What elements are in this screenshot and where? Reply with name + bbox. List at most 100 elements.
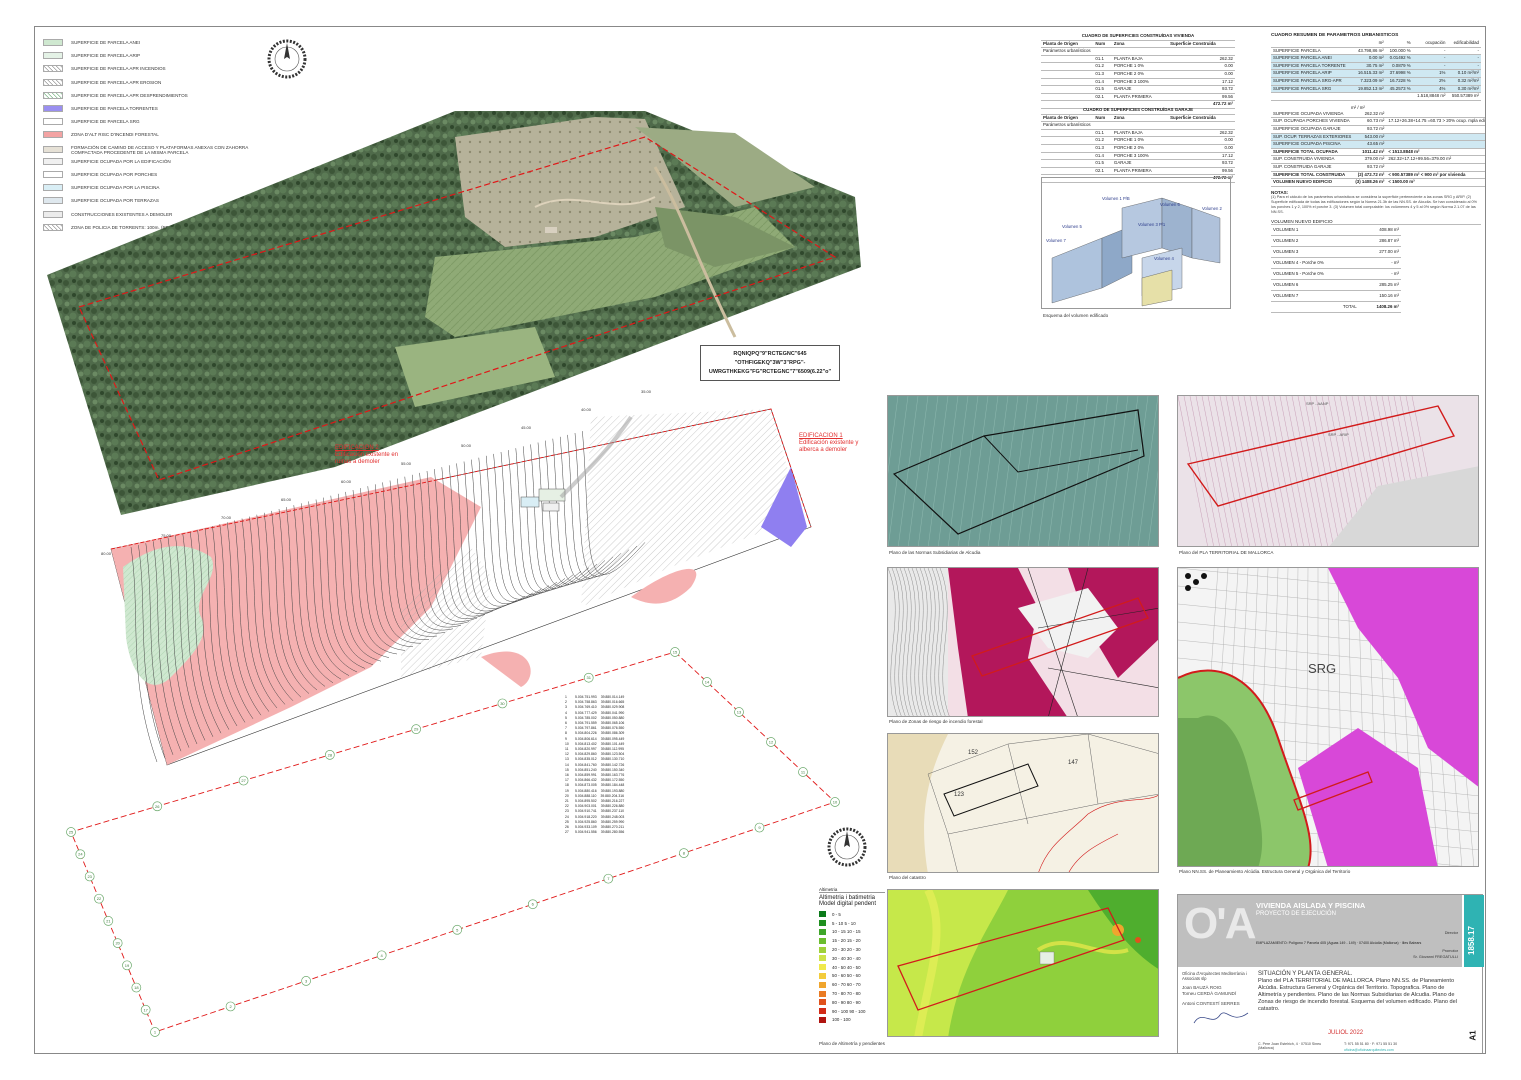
altimetry-label: 50 - 60 50 - 60 — [832, 973, 861, 979]
map-normas-subsidiarias — [887, 395, 1159, 547]
vertex-marker: 4 — [376, 950, 387, 961]
altimetry-item: 60 - 70 60 - 70 — [819, 980, 885, 989]
legend-swatch — [43, 78, 63, 86]
map-line — [1297, 396, 1328, 546]
table-cell: PORCHE 3 100% — [1111, 152, 1169, 161]
vertex-marker: 14 — [702, 677, 712, 687]
vertex-marker: 5 — [452, 924, 463, 935]
table-cell — [1041, 93, 1094, 102]
altimetry-swatch — [819, 937, 826, 944]
table-cell — [1041, 62, 1094, 71]
volume-label: Volumen 6 — [1160, 202, 1180, 207]
parcel-id-line1: RQNIQPQ"9"RCTEGNC"645 — [733, 351, 807, 357]
signature — [1193, 1012, 1249, 1024]
table-cell: 262.32 — [1168, 129, 1235, 138]
table-cell: 01.4 — [1093, 152, 1112, 161]
altimetry-item: 70 - 80 70 - 80 — [819, 989, 885, 998]
map-line — [1279, 396, 1310, 546]
map-line — [1138, 396, 1158, 546]
vertex-label: 23 — [87, 874, 92, 879]
altimetry-header: Altimetria — [819, 887, 885, 893]
param-header-cell: m² — [1353, 40, 1386, 48]
map-line — [1285, 396, 1316, 546]
map-line — [988, 396, 1009, 546]
map-line — [1249, 396, 1280, 546]
table-cell: 99.56 — [1168, 167, 1235, 176]
table-cell: 93.72 — [1168, 159, 1235, 168]
vertex-marker: 20 — [112, 938, 123, 948]
map-line — [958, 396, 979, 546]
altimetry-swatch — [819, 928, 826, 935]
coordinate-cell: 27 — [565, 830, 569, 835]
vertex-label: 27 — [241, 778, 246, 783]
altimetry-label: 90 - 100 90 - 100 — [832, 1008, 866, 1014]
volumen-cell: 285.25 m³ — [1358, 279, 1401, 291]
volumen-cell: 408.98 m³ — [1358, 224, 1401, 236]
altimetry-item: 0 - 5 — [819, 910, 885, 919]
altimetry-item: 10 - 15 10 - 15 — [819, 928, 885, 937]
volumen-cell: VOLUMEN 3 — [1271, 246, 1359, 258]
ocupacion-cell: < 900.57389 m² < 900 m² por vivienda — [1386, 171, 1485, 180]
volumen-cell: VOLUMEN 7 — [1271, 290, 1359, 302]
vertex-marker: 30 — [497, 698, 508, 709]
table-cell: 01.1 — [1093, 55, 1112, 64]
table-cell: GARAJE — [1111, 159, 1169, 168]
vertex-label: 25 — [69, 830, 74, 835]
ocupacion-cell: (2) 472.72 m² — [1353, 171, 1387, 180]
param-row: SUPERFICIE PARCELA ARIP 16.515.33 m² 37.69… — [1271, 69, 1481, 78]
volumen-row: VOLUMEN 6 285.25 m³ — [1271, 279, 1401, 291]
vertex-label: 19 — [125, 963, 130, 968]
table-cell — [1041, 78, 1094, 87]
map-line — [998, 396, 1019, 546]
coordinate-row: 27 5.004.941.556 39.880.280.556 — [565, 830, 635, 835]
param-cell: - — [1412, 62, 1448, 71]
param-cell: - — [1412, 47, 1448, 56]
ocupacion-cell: 43.65 m² — [1353, 140, 1387, 149]
map-line — [1195, 396, 1226, 546]
map-line — [888, 396, 899, 474]
table-cell: PLANTA PRIMERA — [1111, 167, 1169, 176]
map-line — [1237, 396, 1268, 546]
contour-label: 65.00 — [281, 497, 292, 502]
ocupacion-cell: SUP. OCUPADA PORCHES VIVIENDA — [1271, 117, 1354, 126]
parcel-outline-plan: 1514131211109876543211718192021222324252… — [66, 647, 840, 1037]
altimetry-item: 80 - 90 80 - 90 — [819, 998, 885, 1007]
vertex-marker: 15 — [670, 647, 680, 657]
vertex-marker: 24 — [75, 849, 86, 860]
altimetry-item: 15 - 20 15 - 20 — [819, 936, 885, 945]
altimetry-item: 20 - 30 20 - 30 — [819, 945, 885, 954]
vertex-marker: 19 — [122, 960, 132, 971]
contour-label: 70.00 — [221, 515, 232, 520]
param-cell: - — [1447, 47, 1481, 56]
table-cell: 01.5 — [1093, 159, 1112, 168]
volumen-row: VOLUMEN 5 - Porche 0% - m³ — [1271, 268, 1401, 280]
vertex-marker: 8 — [679, 848, 689, 858]
altimetry-swatch — [819, 1016, 826, 1023]
vertex-marker: 31 — [583, 672, 594, 683]
param-cell: 45.2573 % — [1385, 85, 1413, 94]
map-line — [1108, 396, 1129, 546]
altimetry-swatch — [819, 1008, 826, 1015]
edificacion-2-label: EDIFICACION 2 Edificación existente en r… — [335, 445, 405, 466]
map-line — [1028, 396, 1049, 546]
volumen-cell: VOLUMEN 5 - Porche 0% — [1271, 268, 1359, 280]
map-nnss-estructura: SRG — [1177, 567, 1479, 867]
vertex-label: 14 — [705, 680, 710, 685]
table-cell: 17.12 — [1168, 78, 1235, 87]
map3-caption: Plano de Zonas de riesgo de incendio for… — [889, 719, 983, 724]
promotor-name: Sr. Giovanni FREGATULLI — [1413, 955, 1458, 959]
contour-label: 75.00 — [161, 533, 172, 538]
volumen-total-value: 1408.26 m³ — [1358, 301, 1401, 313]
legend-swatch — [43, 39, 63, 46]
ocupacion-cell: 262.32+17.12+99.56=379.00 m² — [1386, 155, 1485, 164]
vertex-marker: 13 — [734, 707, 744, 717]
table-cell: PORCHE 1 0% — [1111, 136, 1169, 145]
table-cell: 01.3 — [1093, 70, 1112, 79]
map-line — [1273, 396, 1304, 546]
altimetry-swatch — [819, 946, 826, 953]
altimetry-swatch — [819, 972, 826, 979]
ocupacion-row: SUPERFICIE OCUPADA PISCINA 43.65 m² — [1271, 140, 1485, 149]
volumen-row: VOLUMEN 2 286.87 m³ — [1271, 235, 1401, 247]
param-cell: 4% — [1412, 85, 1448, 94]
altimetry-subtitle: Model digital pendent — [819, 901, 877, 907]
